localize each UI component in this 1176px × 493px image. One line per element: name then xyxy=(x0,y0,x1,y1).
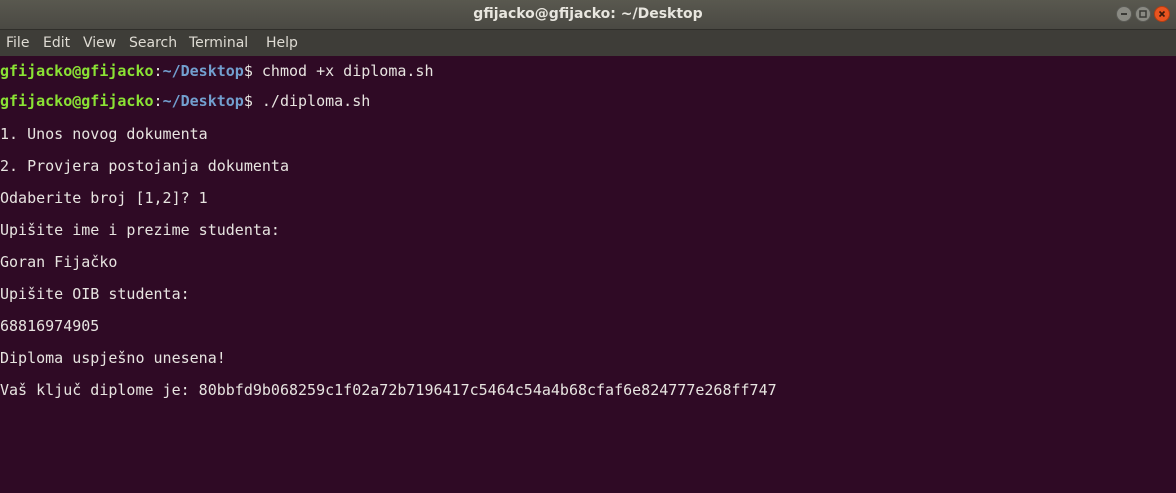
command-text: ./diploma.sh xyxy=(252,92,371,110)
menu-view[interactable]: View xyxy=(83,30,116,56)
title-bar[interactable]: gfijacko@gfijacko: ~/Desktop xyxy=(0,0,1176,30)
output-line: Diploma uspješno unesena! xyxy=(0,349,226,367)
menu-help[interactable]: Help xyxy=(266,30,298,56)
output-line: Upišite OIB studenta: xyxy=(0,285,190,303)
prompt-separator: : xyxy=(153,92,163,110)
terminal-output-area[interactable]: gfijacko@gfijacko:~/Desktop$ chmod +x di… xyxy=(0,57,1176,493)
output-line: Odaberite broj [1,2]? 1 xyxy=(0,189,208,207)
output-line: 1. Unos novog dokumenta xyxy=(0,125,208,143)
close-icon xyxy=(1158,10,1166,18)
prompt-symbol: $ xyxy=(243,92,253,110)
maximize-button[interactable] xyxy=(1135,6,1151,22)
output-line: Goran Fijačko xyxy=(0,253,118,271)
prompt-path: ~/Desktop xyxy=(162,62,244,80)
minimize-icon xyxy=(1121,13,1127,15)
menu-file[interactable]: File xyxy=(6,30,29,56)
prompt-symbol: $ xyxy=(243,62,253,80)
window-title: gfijacko@gfijacko: ~/Desktop xyxy=(473,6,703,22)
output-line: Upišite ime i prezime studenta: xyxy=(0,221,280,239)
output-line: Vaš ključ diplome je: 80bbfd9b068259c1f0… xyxy=(0,381,777,399)
menu-terminal[interactable]: Terminal xyxy=(189,30,248,56)
command-line: gfijacko@gfijacko:~/Desktop$ chmod +x di… xyxy=(0,57,434,85)
output-line: 68816974905 xyxy=(0,317,100,335)
menu-edit[interactable]: Edit xyxy=(43,30,70,56)
terminal-window: gfijacko@gfijacko: ~/Desktop File Edit V… xyxy=(0,0,1176,493)
output-line: 2. Provjera postojanja dokumenta xyxy=(0,157,289,175)
prompt-separator: : xyxy=(153,62,163,80)
command-line: gfijacko@gfijacko:~/Desktop$ ./diploma.s… xyxy=(0,87,370,115)
prompt-user: gfijacko@gfijacko xyxy=(0,62,154,80)
prompt-user: gfijacko@gfijacko xyxy=(0,92,154,110)
prompt-path: ~/Desktop xyxy=(162,92,244,110)
command-text: chmod +x diploma.sh xyxy=(252,62,434,80)
menu-search[interactable]: Search xyxy=(129,30,177,56)
menu-bar: File Edit View Search Terminal Help xyxy=(0,30,1176,56)
minimize-button[interactable] xyxy=(1116,6,1132,22)
maximize-icon xyxy=(1139,10,1147,18)
close-button[interactable] xyxy=(1154,6,1170,22)
